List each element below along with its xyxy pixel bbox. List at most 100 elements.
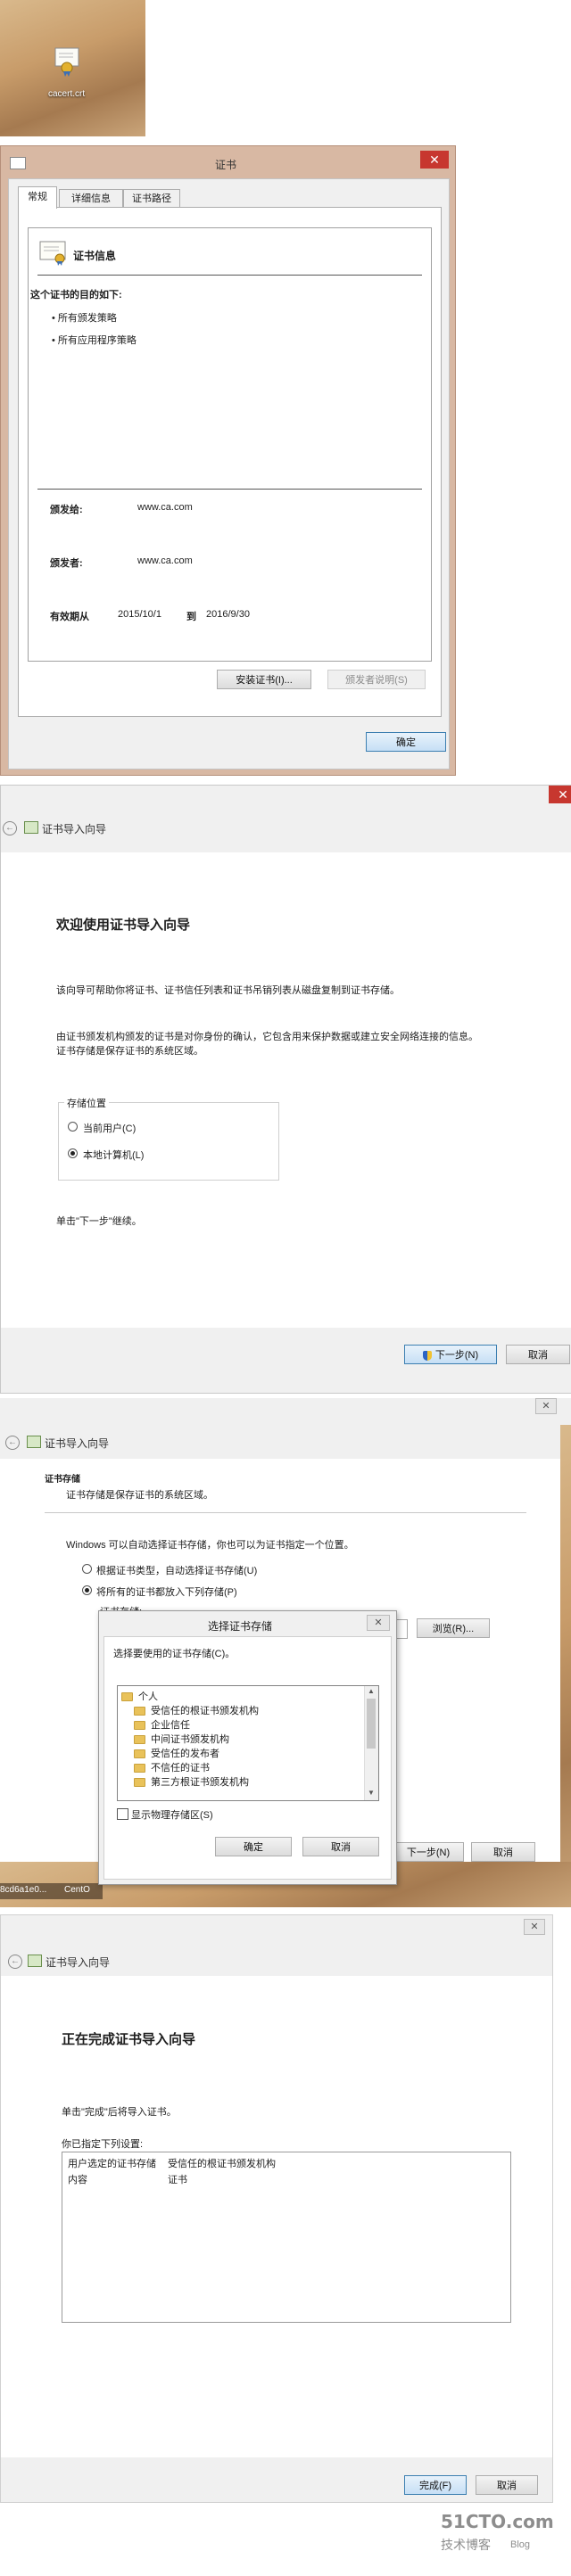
taskbar-item[interactable]: CentO bbox=[64, 1885, 90, 1895]
tab-general-label: 常规 bbox=[28, 192, 47, 202]
ok-button[interactable]: 确定 bbox=[215, 1837, 292, 1856]
cancel-button[interactable]: 取消 bbox=[506, 1345, 570, 1364]
manual-select-label[interactable]: 将所有的证书都放入下列存储(P) bbox=[96, 1584, 237, 1599]
next-button-label: 下一步(N) bbox=[434, 1350, 479, 1361]
setting-key: 用户选定的证书存储 bbox=[68, 2159, 156, 2169]
watermark-tag: Blog bbox=[510, 2539, 531, 2550]
desktop-strip-right bbox=[560, 1425, 571, 1907]
wizard-content: 欢迎使用证书导入向导 该向导可帮助你将证书、证书信任列表和证书吊销列表从磁盘复制… bbox=[1, 852, 571, 1328]
cancel-button[interactable]: 取消 bbox=[471, 1842, 535, 1862]
purpose-item: • 所有应用程序策略 bbox=[52, 335, 137, 346]
valid-from-label: 有效期从 bbox=[50, 612, 89, 622]
store-list-item[interactable]: 受信任的发布者 bbox=[121, 1747, 362, 1761]
cert-dialog-title: 证书 bbox=[215, 159, 237, 171]
next-button[interactable]: 下一步(N) bbox=[393, 1842, 464, 1862]
store-list-item[interactable]: 不信任的证书 bbox=[121, 1761, 362, 1775]
store-intro: Windows 可以自动选择证书存储，你也可以为证书指定一个位置。 bbox=[66, 1540, 354, 1551]
scroll-down-icon[interactable]: ▼ bbox=[368, 1789, 375, 1797]
wizard-heading: 正在完成证书导入向导 bbox=[62, 2032, 196, 2047]
purpose-item-text: 所有应用程序策略 bbox=[57, 335, 137, 346]
store-list-item-label: 受信任的发布者 bbox=[151, 1749, 219, 1759]
cancel-button[interactable]: 取消 bbox=[476, 2475, 538, 2495]
install-certificate-button[interactable]: 安装证书(I)... bbox=[217, 670, 311, 689]
ok-button[interactable]: 确定 bbox=[366, 732, 446, 752]
browse-button[interactable]: 浏览(R)... bbox=[417, 1618, 490, 1638]
wizard-description-line: 证书存储是保存证书的系统区域。 bbox=[56, 1046, 203, 1057]
settings-label: 你已指定下列设置: bbox=[62, 2139, 144, 2150]
wizard-intro: 该向导可帮助你将证书、证书信任列表和证书吊销列表从磁盘复制到证书存储。 bbox=[56, 985, 400, 996]
back-arrow-icon[interactable]: ← bbox=[3, 821, 17, 835]
cancel-button[interactable]: 取消 bbox=[302, 1837, 379, 1856]
wizard-app-icon bbox=[24, 821, 38, 834]
store-location-label: 存储位置 bbox=[64, 1096, 109, 1110]
certificate-file-icon[interactable] bbox=[54, 46, 80, 77]
local-machine-label[interactable]: 本地计算机(L) bbox=[83, 1148, 144, 1162]
select-store-title: 选择证书存储 bbox=[208, 1620, 273, 1633]
finish-button[interactable]: 完成(F) bbox=[404, 2475, 467, 2495]
divider bbox=[37, 275, 422, 276]
wizard-content: 正在完成证书导入向导 单击"完成"后将导入证书。 你已指定下列设置: 用户选定的… bbox=[1, 1976, 552, 2457]
show-physical-checkbox[interactable] bbox=[117, 1808, 128, 1820]
section-description: 证书存储是保存证书的系统区域。 bbox=[66, 1490, 213, 1501]
issuer-statement-button[interactable]: 颁发者说明(S) bbox=[327, 670, 426, 689]
store-location-group: 存储位置 当前用户(C) 本地计算机(L) bbox=[58, 1096, 279, 1181]
cert-info-box: 证书信息 这个证书的目的如下: • 所有颁发策略 • 所有应用程序策略 颁发给:… bbox=[28, 227, 432, 662]
settings-list[interactable]: 用户选定的证书存储 受信任的根证书颁发机构 内容 证书 bbox=[62, 2152, 511, 2323]
purpose-item-text: 所有颁发策略 bbox=[57, 313, 117, 324]
close-button[interactable]: ✕ bbox=[535, 1398, 557, 1414]
settings-rows: 用户选定的证书存储 受信任的根证书颁发机构 内容 证书 bbox=[68, 2156, 505, 2188]
back-arrow-icon[interactable]: ← bbox=[5, 1436, 20, 1450]
store-list-item[interactable]: 受信任的根证书颁发机构 bbox=[121, 1704, 362, 1718]
auto-select-radio[interactable] bbox=[82, 1564, 92, 1574]
auto-select-label[interactable]: 根据证书类型，自动选择证书存储(U) bbox=[96, 1563, 257, 1577]
close-button[interactable]: ✕ bbox=[524, 1919, 545, 1935]
tab-details[interactable]: 详细信息 bbox=[59, 189, 123, 208]
continue-hint: 单击"下一步"继续。 bbox=[56, 1216, 142, 1227]
tab-general[interactable]: 常规 bbox=[18, 186, 57, 209]
tab-cert-path-label: 证书路径 bbox=[132, 193, 171, 204]
section-title: 证书存储 bbox=[45, 1475, 80, 1485]
close-button[interactable]: ✕ bbox=[367, 1615, 390, 1631]
import-wizard-finish: ✕ ← 证书导入向导 正在完成证书导入向导 单击"完成"后将导入证书。 你已指定… bbox=[0, 1914, 553, 2503]
taskbar-item[interactable]: 8cd6a1e0... bbox=[0, 1885, 46, 1895]
store-list-item[interactable]: 个人 bbox=[121, 1690, 362, 1704]
scroll-thumb[interactable] bbox=[367, 1699, 376, 1749]
tab-panel: 证书信息 这个证书的目的如下: • 所有颁发策略 • 所有应用程序策略 颁发给:… bbox=[18, 207, 442, 717]
cert-info-title: 证书信息 bbox=[73, 250, 117, 262]
wizard-title: 证书导入向导 bbox=[42, 823, 107, 835]
store-list-item[interactable]: 中间证书颁发机构 bbox=[121, 1732, 362, 1747]
select-store-body: 选择要使用的证书存储(C)。 个人受信任的根证书颁发机构 企业信任 中间证书颁发机构… bbox=[103, 1636, 392, 1880]
finish-hint: 单击"完成"后将导入证书。 bbox=[62, 2107, 177, 2118]
issued-to-label: 颁发给: bbox=[50, 505, 83, 515]
back-arrow-icon[interactable]: ← bbox=[8, 1955, 22, 1969]
divider bbox=[37, 489, 422, 490]
certificate-icon bbox=[39, 241, 68, 266]
tab-cert-path[interactable]: 证书路径 bbox=[123, 189, 180, 208]
next-button[interactable]: 下一步(N) bbox=[404, 1345, 497, 1364]
store-list-item-label: 个人 bbox=[138, 1691, 158, 1702]
scrollbar[interactable]: ▲ ▼ bbox=[364, 1686, 378, 1800]
current-user-label[interactable]: 当前用户(C) bbox=[83, 1121, 136, 1135]
local-machine-radio[interactable] bbox=[68, 1148, 78, 1158]
folder-icon bbox=[134, 1778, 145, 1788]
store-list-item[interactable]: 企业信任 bbox=[121, 1718, 362, 1732]
scroll-up-icon[interactable]: ▲ bbox=[368, 1687, 375, 1695]
manual-select-radio[interactable] bbox=[82, 1585, 92, 1595]
cert-dialog-app-icon bbox=[10, 157, 26, 169]
show-physical-label[interactable]: 显示物理存储区(S) bbox=[131, 1807, 213, 1822]
store-list[interactable]: 个人受信任的根证书颁发机构 企业信任 中间证书颁发机构受信任的发布者不信任的证书第三… bbox=[117, 1685, 379, 1801]
setting-key: 内容 bbox=[68, 2175, 87, 2185]
issued-to-value: www.ca.com bbox=[137, 502, 193, 513]
issued-by-value: www.ca.com bbox=[137, 556, 193, 566]
store-list-item[interactable]: 第三方根证书颁发机构 bbox=[121, 1775, 362, 1790]
current-user-radio[interactable] bbox=[68, 1122, 78, 1132]
store-list-item-label: 第三方根证书颁发机构 bbox=[151, 1777, 249, 1788]
close-icon[interactable]: ✕ bbox=[549, 786, 571, 803]
valid-to-value: 2016/9/30 bbox=[206, 609, 250, 620]
select-store-prompt: 选择要使用的证书存储(C)。 bbox=[113, 1649, 236, 1659]
wizard-app-icon bbox=[27, 1436, 41, 1448]
tab-details-label: 详细信息 bbox=[71, 193, 111, 204]
purpose-item: • 所有颁发策略 bbox=[52, 313, 117, 324]
issued-by-label: 颁发者: bbox=[50, 558, 83, 569]
close-icon[interactable]: ✕ bbox=[420, 151, 449, 169]
